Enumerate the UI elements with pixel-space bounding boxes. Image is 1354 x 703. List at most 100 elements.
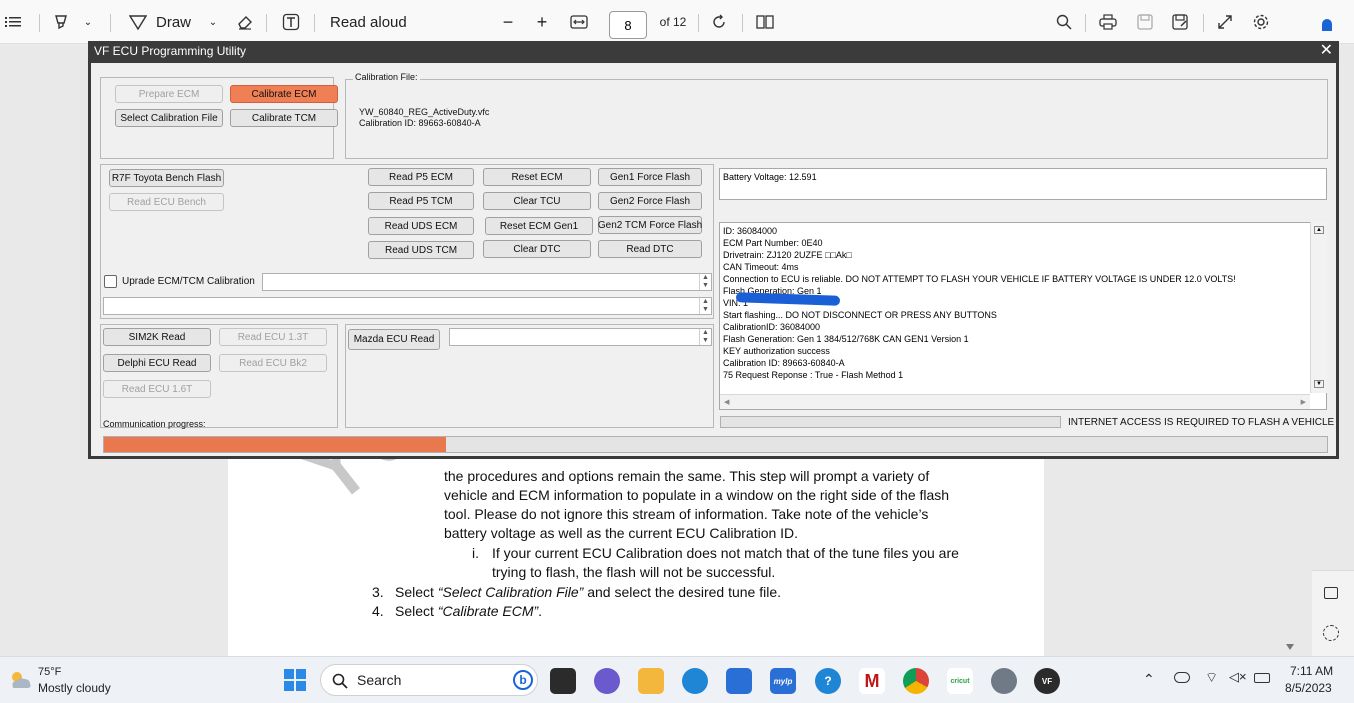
- secondary-dropdown[interactable]: ▲ ▼: [103, 297, 712, 315]
- scroll-down-arrow-icon[interactable]: [1286, 644, 1294, 650]
- calibration-id-text: Calibration ID: 89663-60840-A: [359, 118, 481, 128]
- copilot-icon[interactable]: [1316, 14, 1338, 38]
- spinner-arrows-icon[interactable]: ▲ ▼: [699, 329, 711, 345]
- prepare-ecm-button[interactable]: Prepare ECM: [115, 85, 223, 103]
- upgrade-calibration-checkbox[interactable]: [104, 275, 117, 288]
- two-page-icon[interactable]: [754, 10, 776, 34]
- settings-icon[interactable]: [1250, 10, 1272, 34]
- mylp-app-icon[interactable]: mylp: [770, 668, 796, 694]
- bing-icon[interactable]: b: [513, 670, 533, 690]
- read-dtc-button[interactable]: Read DTC: [598, 240, 702, 258]
- save-icon[interactable]: [1134, 10, 1156, 34]
- rotate-icon[interactable]: [708, 10, 730, 34]
- scroll-up-arrow-icon[interactable]: ▲: [1314, 226, 1324, 234]
- calibration-file-groupbox: [345, 79, 1328, 159]
- delphi-ecu-read-button[interactable]: Delphi ECU Read: [103, 354, 211, 372]
- chevron-up-icon[interactable]: ⌃: [1143, 671, 1155, 688]
- log-line: CalibrationID: 36084000: [723, 322, 821, 332]
- read-p5-ecm-button[interactable]: Read P5 ECM: [368, 168, 474, 186]
- log-horizontal-scrollbar[interactable]: ◀ ▶: [720, 394, 1310, 409]
- communication-progress-fill: [104, 437, 447, 452]
- page-number-input[interactable]: 8: [609, 11, 647, 39]
- log-vertical-scrollbar[interactable]: ▲ ▼: [1310, 222, 1327, 393]
- eraser-icon[interactable]: [234, 10, 256, 34]
- calibrate-ecm-button[interactable]: Calibrate ECM: [230, 85, 338, 103]
- zoom-out-button[interactable]: −: [498, 10, 518, 34]
- sim2k-read-button[interactable]: SIM2K Read: [103, 328, 211, 346]
- search-icon[interactable]: [1053, 10, 1075, 34]
- spinner-arrows-icon[interactable]: ▲ ▼: [699, 298, 711, 314]
- clear-tcu-button[interactable]: Clear TCU: [483, 192, 591, 210]
- text-icon[interactable]: [280, 10, 302, 34]
- zoom-in-button[interactable]: +: [532, 10, 552, 34]
- upgrade-calibration-dropdown[interactable]: ▲ ▼: [262, 273, 712, 291]
- reset-ecm-gen1-button[interactable]: Reset ECM Gen1: [485, 217, 593, 235]
- help-icon[interactable]: ?: [815, 668, 841, 694]
- print-icon[interactable]: [1097, 10, 1119, 34]
- edge-icon[interactable]: [682, 668, 708, 694]
- calibrate-tcm-button[interactable]: Calibrate TCM: [230, 109, 338, 127]
- select-calibration-file-button[interactable]: Select Calibration File: [115, 109, 223, 127]
- toolbar-divider: [742, 14, 743, 32]
- right-side-rail: [1312, 570, 1354, 656]
- contents-list-icon[interactable]: [2, 10, 24, 34]
- gen2-tcm-force-flash-button[interactable]: Gen2 TCM Force Flash: [598, 216, 702, 234]
- onedrive-icon[interactable]: [1174, 672, 1190, 683]
- teams-chat-icon[interactable]: [594, 668, 620, 694]
- read-p5-tcm-button[interactable]: Read P5 TCM: [368, 192, 474, 210]
- mazda-ecu-read-button[interactable]: Mazda ECU Read: [348, 329, 440, 350]
- settings-icon[interactable]: [1323, 625, 1339, 641]
- spinner-arrows-icon[interactable]: ▲ ▼: [699, 274, 711, 290]
- cricut-app-icon[interactable]: cricut: [947, 668, 973, 694]
- task-view-icon[interactable]: [550, 668, 576, 694]
- draw-icon[interactable]: [127, 10, 149, 34]
- gen1-force-flash-button[interactable]: Gen1 Force Flash: [598, 168, 702, 186]
- read-ecu-bench-button[interactable]: Read ECU Bench: [109, 193, 224, 211]
- taskbar-search-box[interactable]: Search b: [320, 664, 538, 696]
- scroll-down-arrow-icon[interactable]: ▼: [1314, 380, 1324, 388]
- chrome-icon[interactable]: [903, 668, 929, 694]
- log-line: KEY authorization success: [723, 346, 830, 356]
- wifi-icon[interactable]: ⌔: [1205, 669, 1218, 687]
- draw-button[interactable]: Draw: [156, 10, 192, 34]
- flash-log-output[interactable]: ID: 36084000 ECM Part Number: 0E40 Drivetr…: [719, 222, 1327, 410]
- close-icon[interactable]: ✕: [1320, 41, 1333, 61]
- chevron-down-icon[interactable]: ⌄: [80, 10, 96, 34]
- log-line: CAN Timeout: 4ms: [723, 262, 799, 272]
- toolbar-divider: [110, 14, 111, 32]
- save-as-icon[interactable]: [1169, 10, 1191, 34]
- reset-ecm-button[interactable]: Reset ECM: [483, 168, 591, 186]
- scroll-right-arrow-icon[interactable]: ▶: [1301, 398, 1306, 406]
- mazda-dropdown[interactable]: ▲ ▼: [449, 328, 712, 346]
- page-total-label: of 12: [659, 15, 687, 29]
- read-ecu-13t-button[interactable]: Read ECU 1.3T: [219, 328, 327, 346]
- scroll-left-arrow-icon[interactable]: ◀: [724, 398, 729, 406]
- volume-muted-icon[interactable]: ◁×: [1229, 669, 1247, 685]
- upgrade-calibration-label: Uprade ECM/TCM Calibration: [122, 276, 255, 287]
- clear-dtc-button[interactable]: Clear DTC: [483, 240, 591, 258]
- store-icon[interactable]: [726, 668, 752, 694]
- pdf-step-4: Select “Calibrate ECM”.: [395, 603, 543, 619]
- expand-icon[interactable]: [1214, 10, 1236, 34]
- file-explorer-icon[interactable]: [638, 668, 664, 694]
- internet-progress-bar: [720, 416, 1061, 428]
- chevron-down-icon[interactable]: ⌄: [206, 10, 220, 34]
- r7f-toyota-bench-flash-button[interactable]: R7F Toyota Bench Flash: [109, 169, 224, 187]
- read-uds-ecm-button[interactable]: Read UDS ECM: [368, 217, 474, 235]
- read-aloud-button[interactable]: Read aloud: [330, 10, 410, 34]
- clock-time[interactable]: 7:11 AM: [1290, 664, 1333, 678]
- panel-toggle-icon[interactable]: [1324, 587, 1338, 599]
- windows-start-icon[interactable]: [284, 669, 306, 691]
- battery-icon[interactable]: [1254, 673, 1270, 683]
- read-ecu-bk2-button[interactable]: Read ECU Bk2: [219, 354, 327, 372]
- vf-app-icon[interactable]: VF: [1034, 668, 1060, 694]
- gen2-force-flash-button[interactable]: Gen2 Force Flash: [598, 192, 702, 210]
- highlight-icon[interactable]: [50, 10, 72, 34]
- weather-icon[interactable]: [8, 669, 34, 696]
- settings-gear-icon[interactable]: [991, 668, 1017, 694]
- fit-width-icon[interactable]: [568, 10, 590, 34]
- clock-date[interactable]: 8/5/2023: [1285, 681, 1332, 695]
- mcafee-icon[interactable]: M: [859, 668, 885, 694]
- read-uds-tcm-button[interactable]: Read UDS TCM: [368, 241, 474, 259]
- read-ecu-16t-button[interactable]: Read ECU 1.6T: [103, 380, 211, 398]
